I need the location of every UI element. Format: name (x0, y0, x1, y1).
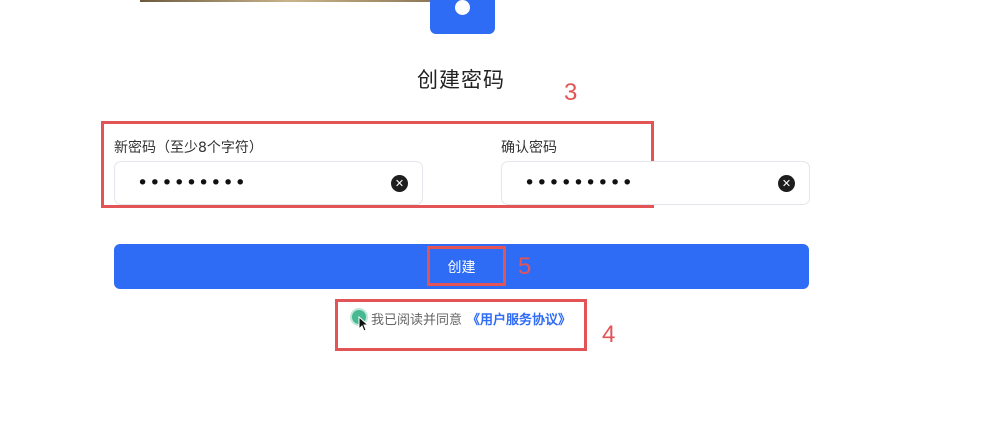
annotation-number-create: 5 (518, 253, 532, 280)
annotation-number-fields: 3 (564, 79, 578, 106)
confirm-password-value: ••••••••• (524, 172, 634, 194)
clear-icon[interactable]: ✕ (778, 175, 795, 192)
annotation-box-create (427, 246, 506, 286)
new-password-label: 新密码（至少8个字符） (114, 140, 263, 156)
clear-icon[interactable]: ✕ (391, 175, 408, 192)
confirm-password-input[interactable]: ••••••••• ✕ (501, 161, 810, 205)
header-image-strip (140, 0, 440, 2)
new-password-value: ••••••••• (137, 172, 247, 194)
annotation-box-agreement (335, 299, 587, 351)
new-password-input[interactable]: ••••••••• ✕ (114, 161, 423, 205)
lock-keyhole (455, 0, 470, 15)
page-title: 创建密码 (417, 68, 505, 92)
annotation-number-agreement: 4 (602, 321, 616, 348)
lock-icon (430, 0, 495, 34)
confirm-password-label: 确认密码 (501, 140, 557, 156)
